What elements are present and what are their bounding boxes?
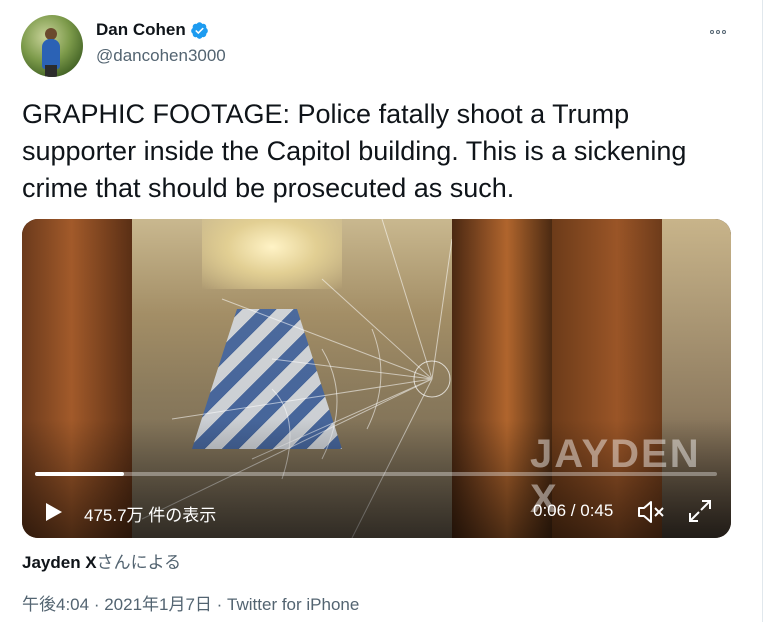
video-player[interactable]: JAYDEN X 475.7万 件の表示 0:06 / 0:45 [22, 219, 731, 538]
video-time: 0:06 / 0:45 [533, 501, 614, 520]
author-display-name[interactable]: Dan Cohen [96, 20, 186, 40]
author-name-row: Dan Cohen [96, 20, 209, 40]
author-handle[interactable]: @dancohen3000 [96, 46, 226, 66]
tweet-time[interactable]: 午後4:04 [22, 595, 89, 614]
attribution-name[interactable]: Jayden X [22, 553, 97, 572]
video-progress-fill [35, 472, 124, 476]
author-avatar[interactable] [21, 15, 83, 77]
meta-separator: · [89, 595, 105, 614]
video-attribution: Jayden Xさんによる [22, 548, 181, 573]
video-progress-bar[interactable] [35, 472, 717, 476]
more-dot [710, 30, 714, 34]
play-icon[interactable] [41, 500, 65, 524]
muted-speaker-icon[interactable] [636, 499, 666, 525]
avatar-person-legs [45, 65, 57, 77]
more-dot [716, 30, 720, 34]
attribution-suffix: さんによる [96, 553, 182, 572]
tweet-meta: 午後4:04 · 2021年1月7日 · Twitter for iPhone [22, 590, 359, 615]
tweet-date[interactable]: 2021年1月7日 [104, 595, 212, 614]
tweet-source[interactable]: Twitter for iPhone [227, 595, 359, 614]
meta-separator: · [211, 595, 228, 614]
more-dot [722, 30, 726, 34]
view-count: 475.7万 件の表示 [84, 506, 217, 525]
more-options-icon[interactable] [706, 22, 730, 42]
fullscreen-expand-icon[interactable] [687, 498, 713, 524]
tweet-text: GRAPHIC FOOTAGE: Police fatally shoot a … [22, 99, 687, 203]
verified-badge-icon [190, 21, 208, 39]
